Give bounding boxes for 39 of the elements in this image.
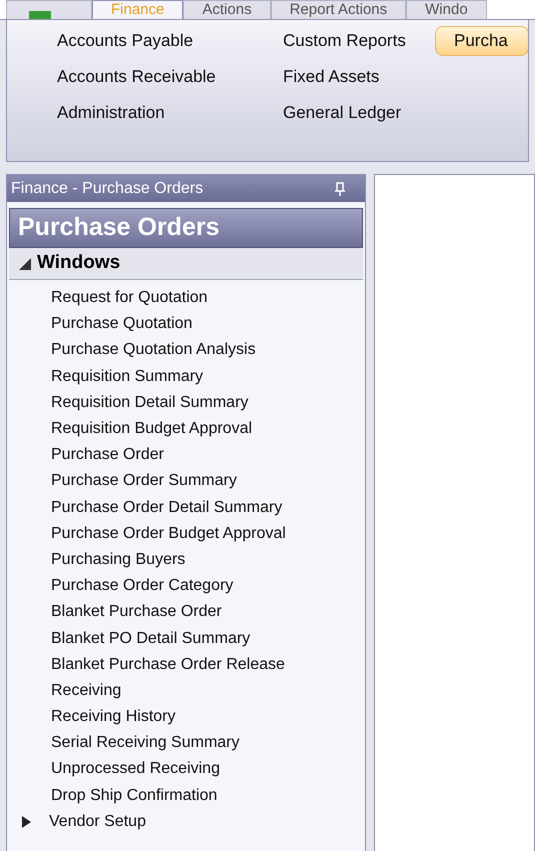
list-item[interactable]: Vendor Setup <box>49 810 146 834</box>
panel-heading: Purchase Orders <box>18 212 220 244</box>
list-item[interactable]: Receiving History <box>51 705 176 730</box>
ribbon-button[interactable]: Accounts Payable <box>51 26 200 56</box>
ribbon-button[interactable]: General Ledger <box>277 98 408 128</box>
list-item[interactable]: Receiving <box>51 678 122 703</box>
list-item[interactable]: Blanket Purchase Order Release <box>51 652 285 677</box>
list-item[interactable]: Purchase Order <box>51 443 164 468</box>
list-item[interactable]: Request for Quotation <box>51 286 208 310</box>
collapsed-triangle-icon[interactable] <box>21 816 33 828</box>
list-item[interactable]: Purchase Order Budget Approval <box>51 522 286 546</box>
ribbon-tab[interactable]: Actions <box>183 0 271 19</box>
ribbon-button[interactable]: Administration <box>51 98 171 128</box>
app-icon <box>29 11 51 19</box>
list-item[interactable]: Blanket Purchase Order <box>51 600 222 624</box>
ribbon-button[interactable]: Accounts Receivable <box>51 62 222 92</box>
group-header[interactable]: Windows <box>9 248 363 280</box>
list-item[interactable]: Requisition Budget Approval <box>51 417 252 442</box>
list-item[interactable]: Purchase Order Summary <box>51 469 237 494</box>
list-item[interactable]: Purchase Quotation <box>51 312 192 336</box>
ribbon-tab[interactable]: Report Actions <box>270 0 406 19</box>
list-item[interactable]: Requisition Detail Summary <box>51 390 248 415</box>
list-item[interactable]: Purchase Order Category <box>51 574 234 598</box>
ribbon-tab[interactable] <box>6 0 92 19</box>
list-item[interactable]: Purchase Quotation Analysis <box>51 338 256 362</box>
panel-title: Finance - Purchase Orders <box>11 178 204 198</box>
expanded-triangle-icon <box>19 258 31 270</box>
ribbon-button[interactable]: Fixed Assets <box>277 62 386 92</box>
list-item[interactable]: Blanket PO Detail Summary <box>51 626 250 651</box>
pin-icon[interactable] <box>335 182 345 196</box>
list-item[interactable]: Unprocessed Receiving <box>51 757 220 782</box>
list-item[interactable]: Serial Receiving Summary <box>51 731 240 756</box>
list-item[interactable]: Purchase Order Detail Summary <box>51 496 282 520</box>
list-item[interactable]: Purchasing Buyers <box>51 548 186 572</box>
ribbon-button[interactable]: Custom Reports <box>277 26 412 56</box>
ribbon-button[interactable]: Purcha <box>435 26 528 56</box>
list-item[interactable]: Requisition Summary <box>51 364 204 389</box>
list-item[interactable]: Drop Ship Confirmation <box>51 784 218 808</box>
ribbon-tab[interactable]: Windo <box>406 0 487 19</box>
